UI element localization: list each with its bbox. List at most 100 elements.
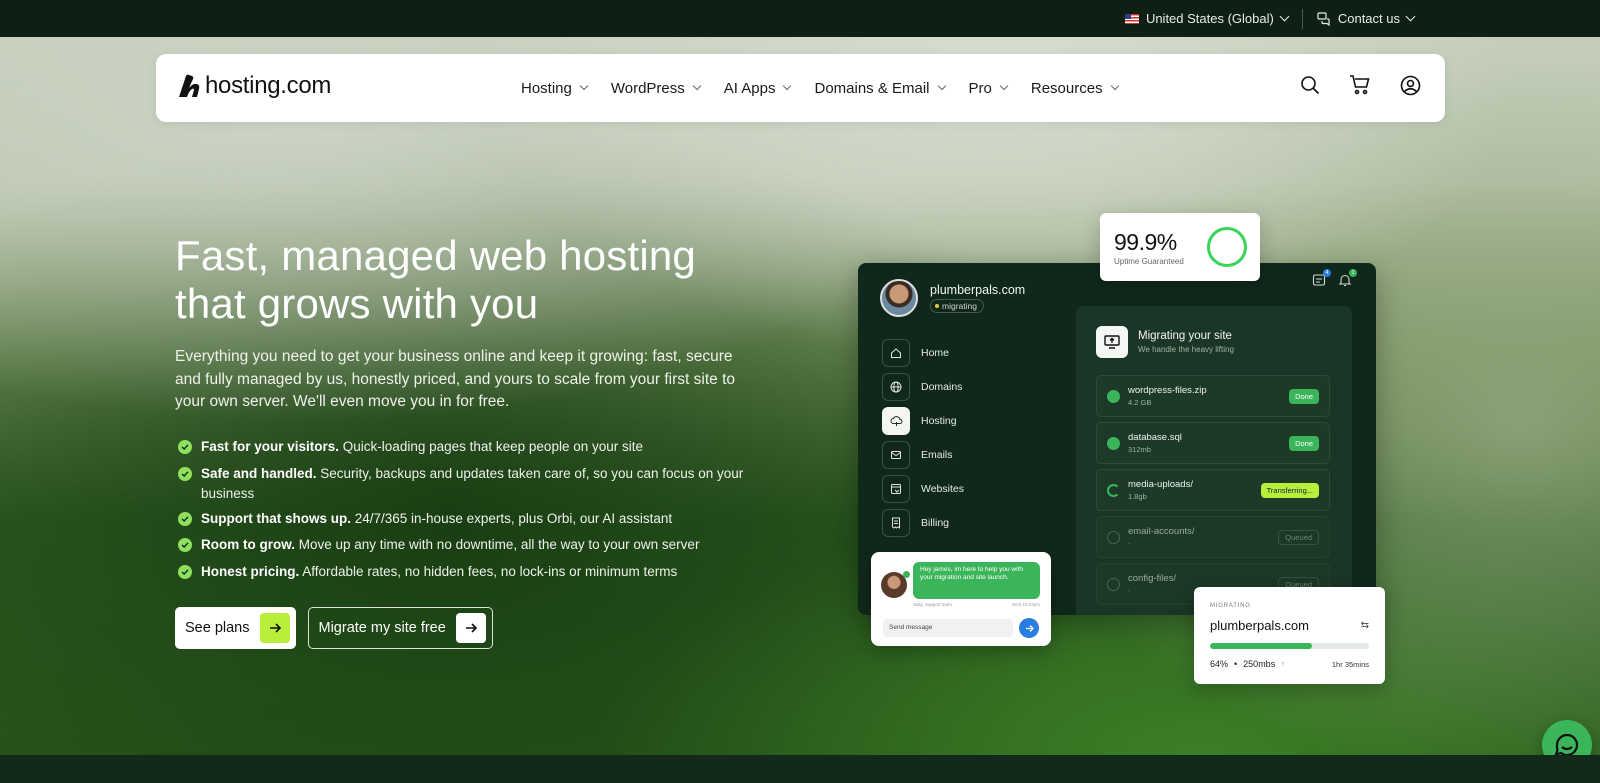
account-button[interactable] (1397, 72, 1423, 98)
feature-list: Fast for your visitors. Quick-loading pa… (178, 437, 753, 588)
sidebar-item-websites[interactable]: Websites (882, 472, 964, 506)
hero-title: Fast, managed web hosting that grows wit… (175, 232, 795, 328)
spinner-icon (1107, 484, 1120, 497)
feature-body: Quick-loading pages that keep people on … (339, 439, 643, 454)
menu-item-resources[interactable]: Resources (1030, 79, 1119, 97)
nav-actions (1297, 72, 1423, 98)
file-name: email-accounts/ (1128, 526, 1195, 537)
migration-progress-card: MIGRATING plumberpals.com ⇆ 64% • 250mbs… (1194, 587, 1385, 684)
migration-stats: 64% • 250mbs ↑ (1210, 659, 1285, 669)
feature-body: Move up any time with no downtime, all t… (295, 537, 700, 552)
cart-button[interactable] (1347, 72, 1373, 98)
feature-text: Fast for your visitors. Quick-loading pa… (201, 437, 643, 457)
account-icon (1400, 75, 1420, 95)
search-icon (1301, 76, 1320, 95)
tasks-icon: 4 (1312, 269, 1331, 287)
mail-icon (882, 441, 910, 469)
avatar (880, 279, 918, 317)
uptime-ring-icon (1207, 227, 1247, 267)
check-icon (178, 538, 192, 552)
hero-title-line: Fast, managed web hosting (175, 232, 696, 279)
sidebar-item-domains[interactable]: Domains (882, 370, 964, 404)
swap-arrows-icon: ⇆ (1360, 620, 1369, 631)
sidebar-item-label: Domains (921, 381, 963, 393)
region-selector[interactable]: United States (Global) (1124, 11, 1290, 26)
feature-text: Support that shows up. 24/7/365 in-house… (201, 509, 672, 529)
see-plans-button[interactable]: See plans (175, 607, 296, 649)
menu-item-pro[interactable]: Pro (969, 80, 1009, 97)
utility-bar: United States (Global) Contact us (0, 0, 1600, 37)
file-list: wordpress-files.zip 4.2 GB Done database… (1096, 375, 1330, 610)
logo-mark-icon (179, 74, 200, 97)
sidebar-item-label: Billing (921, 517, 950, 529)
list-item: Fast for your visitors. Quick-loading pa… (178, 437, 753, 457)
menu-item-ai-apps[interactable]: AI Apps (723, 79, 792, 97)
feature-text: Honest pricing. Affordable rates, no hid… (201, 562, 677, 582)
file-size: 4.2 GB (1128, 398, 1152, 407)
status-badge: Transferring... (1260, 483, 1319, 498)
feature-body: 24/7/365 in-house experts, plus Orbi, ou… (351, 510, 673, 526)
chevron-down-icon (783, 81, 792, 91)
chevron-down-icon (937, 81, 946, 91)
status-dot (935, 304, 939, 308)
migration-panel: Migrating your site We handle the heavy … (1076, 306, 1352, 615)
progress-bar (1210, 643, 1369, 649)
check-icon (178, 564, 192, 579)
chat-message: Hey james, im here to help you with your… (913, 562, 1040, 599)
uptime-value: 99.9% (1114, 229, 1177, 255)
uptime-label: Uptime Guaranteed (1114, 257, 1184, 266)
feature-heading: Honest pricing. (201, 563, 300, 579)
cart-icon (1350, 75, 1370, 95)
up-arrow-icon: ↑ (1281, 660, 1285, 668)
list-item: Honest pricing. Affordable rates, no hid… (178, 562, 753, 582)
support-chat-card: Hey james, im here to help you with your… (871, 552, 1051, 646)
file-size: - (1128, 586, 1131, 595)
search-button[interactable] (1297, 72, 1323, 98)
hero-title-line: that grows with you (175, 280, 539, 327)
button-label: Migrate my site free (318, 620, 446, 636)
migration-site: plumberpals.com (1210, 618, 1309, 633)
sidebar-item-label: Websites (921, 483, 964, 495)
sidebar-item-billing[interactable]: Billing (882, 506, 964, 540)
empty-circle-icon (1107, 578, 1120, 591)
monitor-upload-icon (1096, 326, 1128, 358)
file-name: database.sql (1128, 432, 1182, 443)
panel-title: Migrating your site (1138, 330, 1232, 342)
sidebar-item-home[interactable]: Home (882, 336, 964, 370)
feature-heading: Safe and handled. (201, 465, 317, 481)
check-icon (178, 511, 192, 526)
file-name: wordpress-files.zip (1128, 385, 1207, 396)
sidebar-item-emails[interactable]: Emails (882, 438, 964, 472)
arrow-right-icon (259, 613, 290, 643)
feature-body: Affordable rates, no hidden fees, no loc… (299, 563, 678, 579)
menu-item-hosting[interactable]: Hosting (521, 80, 589, 97)
menu-item-domains-email[interactable]: Domains & Email (814, 80, 946, 97)
migration-speed: 250mbs (1243, 659, 1276, 669)
menu-item-wordpress[interactable]: WordPress (610, 79, 702, 97)
chat-message-input[interactable]: Send message (883, 619, 1013, 637)
send-button[interactable] (1019, 618, 1039, 638)
sidebar-item-label: Emails (921, 449, 953, 461)
list-item: Room to grow. Move up any time with no d… (178, 535, 753, 555)
migration-eta: 1hr 35mins (1331, 660, 1369, 669)
region-label: United States (Global) (1145, 11, 1274, 26)
menu-label: WordPress (610, 79, 685, 97)
migrate-site-button[interactable]: Migrate my site free (307, 607, 493, 649)
menu-label: Resources (1030, 79, 1103, 97)
list-item: Support that shows up. 24/7/365 in-house… (178, 509, 753, 529)
menu-label: AI Apps (723, 79, 776, 97)
file-name: config-files/ (1128, 573, 1177, 584)
site-logo[interactable]: hosting.com (176, 72, 331, 100)
table-row: email-accounts/ - Queued (1096, 516, 1330, 558)
chevron-down-icon (1405, 11, 1416, 22)
online-dot (903, 571, 910, 578)
feature-heading: Fast for your visitors. (201, 439, 340, 454)
check-circle-icon (1107, 437, 1120, 450)
status-badge: Done (1289, 389, 1319, 404)
contact-menu[interactable]: Contact us (1317, 11, 1416, 26)
sidebar-item-hosting[interactable]: Hosting (882, 404, 964, 438)
chevron-down-icon (1279, 11, 1290, 22)
chevron-down-icon (1110, 81, 1119, 91)
uptime-card: 99.9% Uptime Guaranteed (1100, 213, 1260, 281)
arrow-right-icon (455, 613, 486, 643)
